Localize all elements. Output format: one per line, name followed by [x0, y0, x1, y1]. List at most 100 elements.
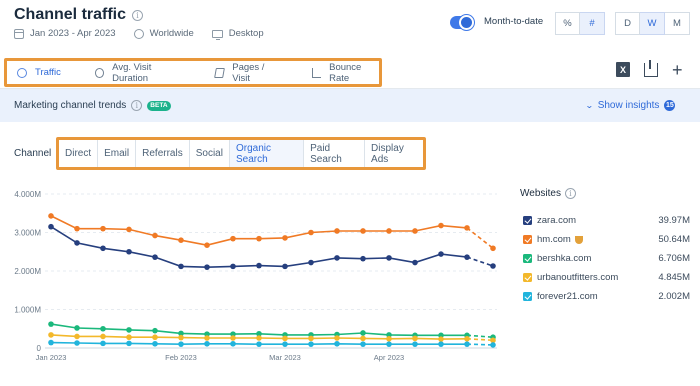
- x-tick-label: Jan 2023: [36, 353, 67, 362]
- trophy-icon: [574, 235, 583, 244]
- desktop-icon: [211, 29, 223, 40]
- data-point: [360, 255, 366, 262]
- toolbar-icons: X +: [616, 59, 683, 79]
- add-icon[interactable]: +: [672, 61, 683, 79]
- info-icon[interactable]: i: [132, 9, 144, 21]
- channel-paid-search[interactable]: Paid Search: [304, 140, 366, 167]
- data-point: [360, 228, 366, 234]
- data-point: [464, 225, 470, 231]
- legend-item[interactable]: forever21.com 2.002M: [520, 287, 690, 306]
- legend-site-name: forever21.com: [537, 291, 640, 302]
- y-tick-label: 3.000M: [14, 229, 41, 238]
- unit-toggle-group: % #: [555, 12, 605, 35]
- tab-avg-visit-duration[interactable]: Avg. Visit Duration: [94, 61, 183, 84]
- data-point: [360, 330, 366, 336]
- data-point: [100, 340, 106, 347]
- data-point: [74, 325, 80, 331]
- data-point: [126, 334, 132, 341]
- data-point: [48, 339, 54, 346]
- channel-social[interactable]: Social: [190, 140, 230, 167]
- data-point: [386, 255, 392, 261]
- globe-icon: [133, 28, 144, 39]
- checkbox-icon[interactable]: [523, 235, 532, 244]
- legend-site-value: 4.845M: [658, 272, 690, 283]
- trends-title: Marketing channel trends i BETA: [14, 100, 171, 111]
- channel-label: Channel: [14, 148, 52, 159]
- data-point: [282, 341, 288, 347]
- data-point: [230, 335, 236, 341]
- legend-item[interactable]: zara.com 39.97M: [520, 211, 690, 230]
- y-tick-label: 0: [37, 344, 42, 353]
- date-range[interactable]: Jan 2023 - Apr 2023: [30, 28, 116, 39]
- legend-site-name: zara.com: [537, 215, 640, 226]
- data-point: [334, 335, 340, 341]
- tab-pages-visit[interactable]: Pages / Visit: [214, 61, 280, 84]
- channel-organic-search[interactable]: Organic Search: [229, 140, 305, 167]
- data-point: [256, 235, 262, 242]
- region[interactable]: Worldwide: [150, 28, 194, 39]
- channel-direct[interactable]: Direct: [59, 140, 99, 167]
- series-line-estimate: [466, 343, 494, 346]
- legend-site-label: zara.com: [537, 215, 577, 226]
- legend-item[interactable]: bershka.com 6.706M: [520, 249, 690, 268]
- week-button[interactable]: W: [640, 12, 665, 35]
- y-tick-label: 1.000M: [14, 306, 41, 315]
- excel-export-icon[interactable]: X: [616, 62, 630, 77]
- checkbox-icon[interactable]: [523, 254, 532, 263]
- data-point: [334, 255, 340, 261]
- show-insights-button[interactable]: ⌄ Show insights 15: [585, 100, 676, 111]
- legend-site-name: urbanoutfitters.com: [537, 272, 640, 283]
- legend-info-icon[interactable]: i: [564, 188, 576, 199]
- number-button[interactable]: #: [580, 12, 605, 35]
- day-button[interactable]: D: [615, 12, 640, 35]
- data-point: [100, 325, 106, 332]
- data-point: [178, 341, 184, 347]
- marketing-trends-bar: Marketing channel trends i BETA ⌄ Show i…: [0, 89, 700, 122]
- legend-site-value: 6.706M: [658, 253, 690, 264]
- device[interactable]: Desktop: [229, 28, 264, 39]
- clock-icon: [94, 67, 105, 78]
- tab-bounce-rate[interactable]: Bounce Rate: [311, 61, 379, 84]
- checkbox-icon[interactable]: [523, 216, 532, 225]
- checkbox-icon[interactable]: [523, 273, 532, 282]
- data-point: [74, 333, 80, 340]
- toggle-knob: [459, 15, 474, 30]
- channel-display-ads[interactable]: Display Ads: [365, 140, 423, 167]
- trends-info-icon[interactable]: i: [131, 100, 143, 111]
- legend-site-name: bershka.com: [537, 253, 640, 264]
- channel-email[interactable]: Email: [98, 140, 137, 167]
- month-button[interactable]: M: [665, 12, 690, 35]
- metric-tabs-row: Traffic Avg. Visit Duration Pages / Visi…: [0, 56, 700, 89]
- data-point: [48, 321, 54, 327]
- tab-traffic[interactable]: Traffic: [17, 61, 61, 84]
- data-point: [152, 327, 158, 334]
- download-icon[interactable]: [644, 59, 658, 77]
- data-point: [438, 251, 444, 257]
- insights-count-badge: 15: [664, 100, 676, 111]
- data-point: [230, 263, 236, 270]
- month-to-date-toggle[interactable]: [450, 15, 474, 30]
- data-point: [204, 340, 210, 347]
- data-point: [204, 242, 210, 249]
- percent-button[interactable]: %: [555, 12, 580, 35]
- series-line-estimate: [466, 337, 494, 342]
- page-title: Channel traffic i: [14, 6, 144, 24]
- granularity-toggle-group: D W M: [615, 12, 690, 35]
- pie-chart-icon: [17, 67, 27, 78]
- checkbox-icon[interactable]: [523, 292, 532, 301]
- data-point: [282, 263, 288, 270]
- legend-item[interactable]: urbanoutfitters.com 4.845M: [520, 268, 690, 287]
- bounce-icon: [311, 67, 322, 78]
- legend-item[interactable]: hm.com 50.64M: [520, 230, 690, 249]
- tab-bounce-rate-label: Bounce Rate: [329, 61, 362, 84]
- data-point: [74, 225, 80, 232]
- data-point: [464, 254, 470, 260]
- legend-site-value: 39.97M: [658, 215, 690, 226]
- data-point: [282, 335, 288, 342]
- data-point: [490, 245, 496, 252]
- channel-referrals[interactable]: Referrals: [136, 140, 190, 167]
- data-point: [100, 245, 106, 252]
- data-point: [230, 340, 236, 347]
- data-point: [490, 342, 496, 348]
- page-header: Channel traffic i Jan 2023 - Apr 2023 Wo…: [0, 0, 700, 56]
